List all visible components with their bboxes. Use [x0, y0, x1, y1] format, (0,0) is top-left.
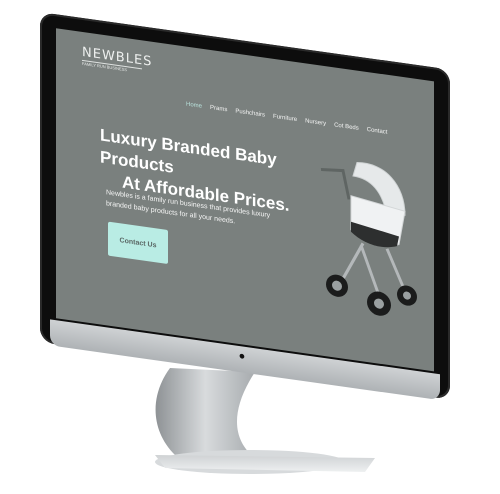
nav-prams[interactable]: Prams	[210, 105, 227, 113]
nav-nursery[interactable]: Nursery	[305, 118, 326, 127]
main-nav: Home Prams Pushchairs Furniture Nursery …	[186, 99, 434, 146]
desktop-mockup: NEWBLES FAMILY RUN BUSINESS Home Prams P…	[0, 0, 500, 494]
stroller-icon	[320, 162, 417, 316]
monitor-bezel: NEWBLES FAMILY RUN BUSINESS Home Prams P…	[40, 12, 450, 401]
monitor: NEWBLES FAMILY RUN BUSINESS Home Prams P…	[40, 12, 460, 431]
apple-icon: ●	[238, 349, 246, 363]
nav-furniture[interactable]: Furniture	[273, 114, 297, 123]
nav-home[interactable]: Home	[186, 102, 202, 110]
screen: NEWBLES FAMILY RUN BUSINESS Home Prams P…	[56, 28, 434, 372]
nav-pushchairs[interactable]: Pushchairs	[235, 108, 265, 118]
nav-cot-beds[interactable]: Cot Beds	[334, 122, 359, 131]
nav-contact[interactable]: Contact	[367, 127, 388, 136]
contact-us-button[interactable]: Contact Us	[108, 221, 168, 264]
